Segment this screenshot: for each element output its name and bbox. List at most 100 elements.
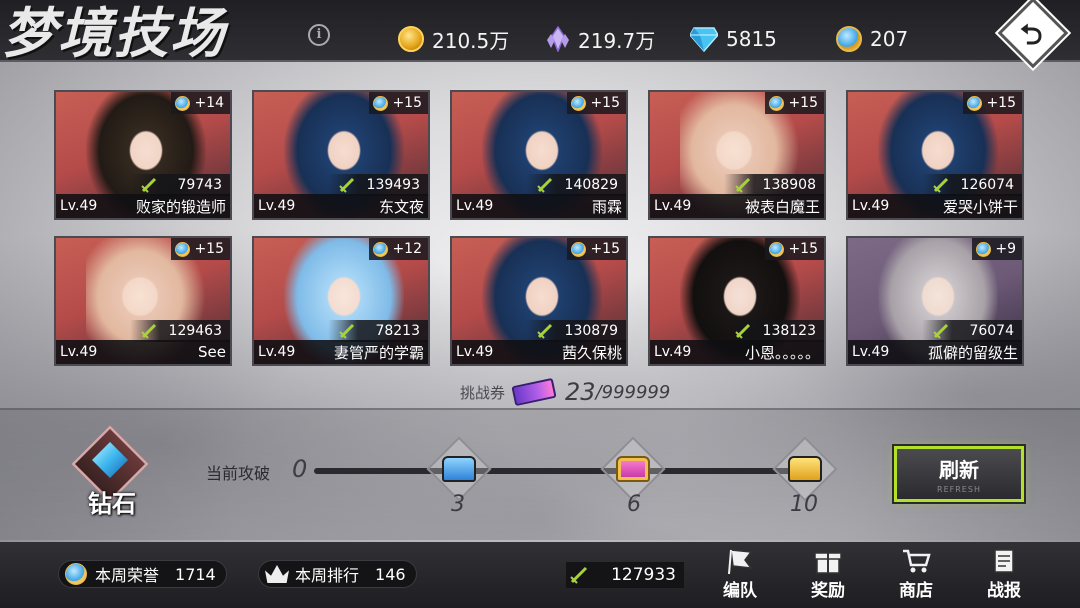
currency-gold-value: 210.5万 [432,28,510,53]
player-level: Lv.49 [654,198,692,214]
arena-token-icon [373,241,389,257]
chest-10[interactable] [772,436,838,502]
sword-icon [933,323,949,339]
star-level: +15 [590,95,620,111]
star-level: +14 [194,95,224,111]
player-level: Lv.49 [456,198,494,214]
opponent-card[interactable]: +15 138123 Lv.49 小恩。。。。。 [648,236,826,366]
my-power-value: 127933 [611,565,676,585]
chest-3-count: 3 [451,492,465,517]
arena-token-icon [769,241,785,257]
nav-team-button[interactable]: 编队 [708,548,772,606]
power-display: 140829 [526,174,626,196]
team-flag-icon [728,549,753,574]
currency-crystal-value: 219.7万 [578,28,656,53]
chest-3[interactable] [426,436,492,502]
sword-icon [537,177,553,193]
nav-report-button[interactable]: 战报 [972,548,1036,606]
nav-report-label: 战报 [987,581,1021,601]
refresh-label: 刷新 [939,458,979,482]
sword-icon [339,177,355,193]
info-icon[interactable]: i [308,24,330,46]
player-name: 小恩。。。。。 [744,343,820,362]
player-name: 被表白魔王 [744,197,820,216]
refresh-sublabel: REFRESH [937,485,981,494]
star-badge: +15 [765,92,824,114]
power-display: 79743 [130,174,230,196]
my-power: 127933 [566,562,684,588]
opponent-card[interactable]: +12 78213 Lv.49 妻管严的学霸 [252,236,430,366]
power-value: 129463 [168,323,222,339]
currency-token[interactable]: 207 [836,24,908,54]
top-bar: 梦境技场 i 210.5万 219.7万 5815 207 [0,0,1080,65]
nav-reward-button[interactable]: 奖励 [796,548,860,606]
power-value: 138123 [762,323,816,339]
star-level: +15 [590,241,620,257]
page-title: 梦境技场 [2,1,226,65]
currency-crystal[interactable]: 219.7万 [546,24,655,54]
player-name: 败家的锻造师 [135,197,226,216]
ticket-icon [511,377,557,407]
challenge-tickets: 挑战券 23 /999999 [460,377,670,407]
pink-chest-icon [616,456,650,482]
sword-icon [141,177,157,193]
star-level: +15 [392,95,422,111]
card-footer: Lv.49 败家的锻造师 [56,194,230,218]
card-footer: Lv.49 See [56,340,230,364]
chest-6[interactable] [600,436,666,502]
star-level: +15 [788,95,818,111]
player-name: 茜久保桃 [561,343,622,362]
player-level: Lv.49 [456,344,494,360]
star-level: +12 [392,241,422,257]
weekly-rank[interactable]: 本周排行 146 [258,560,417,588]
crown-icon [265,565,289,583]
weekly-honor-label: 本周荣誉 [95,566,160,585]
opponent-card[interactable]: +15 126074 Lv.49 爱哭小饼干 [846,90,1024,220]
sword-icon [537,323,553,339]
player-level: Lv.49 [258,198,296,214]
gold-coin-icon [398,26,424,52]
player-level: Lv.49 [258,344,296,360]
card-footer: Lv.49 茜久保桃 [452,340,626,364]
back-arrow-icon: ⮌ [1020,18,1043,51]
card-footer: Lv.49 爱哭小饼干 [848,194,1022,218]
player-name: 雨霖 [591,197,622,216]
currency-gold[interactable]: 210.5万 [398,24,509,54]
player-level: Lv.49 [852,344,890,360]
refresh-button[interactable]: 刷新 REFRESH [894,446,1024,502]
star-badge: +9 [972,238,1022,260]
power-value: 79743 [177,177,222,193]
weekly-honor[interactable]: 本周荣誉 1714 [58,560,227,588]
tickets-label: 挑战券 [460,383,506,402]
star-badge: +15 [369,92,428,114]
player-name: 爱哭小饼干 [942,197,1018,216]
opponent-card[interactable]: +15 139493 Lv.49 东文夜 [252,90,430,220]
card-footer: Lv.49 小恩。。。。。 [650,340,824,364]
cart-icon [903,549,931,573]
opponent-card[interactable]: +15 129463 Lv.49 See [54,236,232,366]
arena-token-icon [571,95,587,111]
power-value: 130879 [564,323,618,339]
power-display: 76074 [922,320,1022,342]
card-footer: Lv.49 孤僻的留级生 [848,340,1022,364]
diamond-gem-icon [690,27,718,52]
star-badge: +15 [567,92,626,114]
power-display: 129463 [130,320,230,342]
opponent-card[interactable]: +15 140829 Lv.49 雨霖 [450,90,628,220]
opponent-card[interactable]: +9 76074 Lv.49 孤僻的留级生 [846,236,1024,366]
nav-shop-button[interactable]: 商店 [884,548,948,606]
opponent-card[interactable]: +15 130879 Lv.49 茜久保桃 [450,236,628,366]
power-display: 130879 [526,320,626,342]
back-button[interactable]: ⮌ [996,0,1069,72]
opponent-card[interactable]: +14 79743 Lv.49 败家的锻造师 [54,90,232,220]
player-level: Lv.49 [654,344,692,360]
arena-token-icon [571,241,587,257]
progress-current: 0 [292,455,308,483]
opponent-card[interactable]: +15 138908 Lv.49 被表白魔王 [648,90,826,220]
arena-token-icon [769,95,785,111]
honor-token-icon [65,563,87,585]
currency-gem[interactable]: 5815 [690,24,777,54]
gift-icon [814,552,842,574]
player-name: 妻管严的学霸 [333,343,424,362]
arena-token-icon [373,95,389,111]
